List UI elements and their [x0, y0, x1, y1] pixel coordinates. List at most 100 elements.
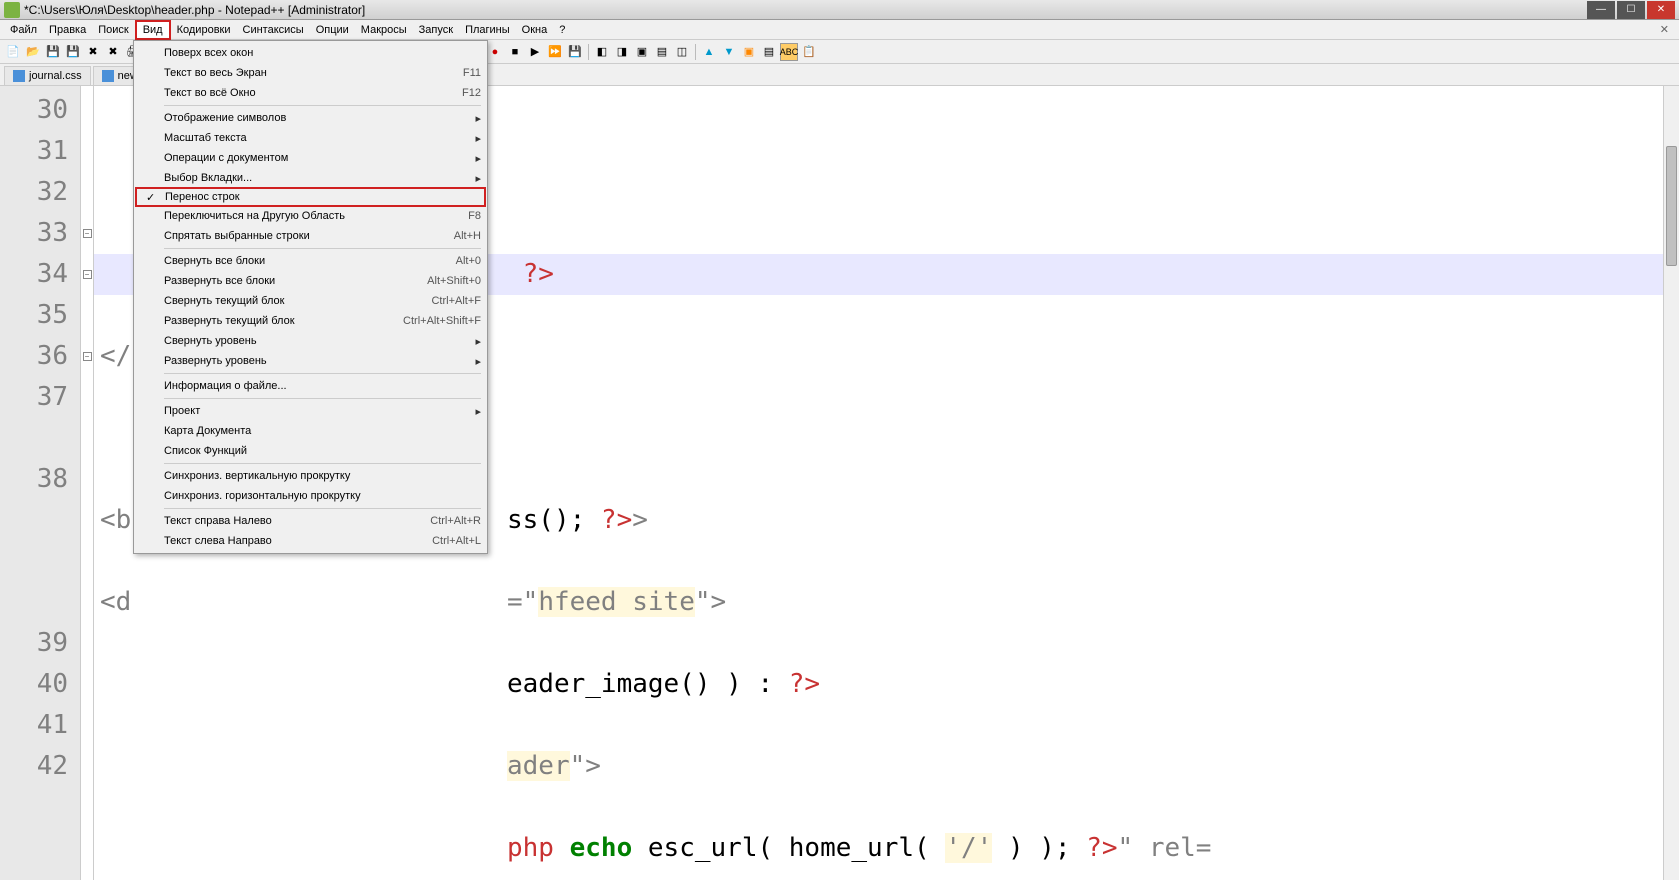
submenu-arrow-icon: ▸	[475, 405, 481, 418]
spellcheck-icon[interactable]: ABC	[780, 43, 798, 61]
separator	[588, 44, 589, 60]
menu-shortcut: Ctrl+Alt+L	[432, 535, 481, 547]
view-menu-dropdown: Поверх всех оконТекст во весь ЭкранF11Те…	[133, 40, 488, 554]
open-file-icon[interactable]: 📂	[24, 43, 42, 61]
menu-item-label: Текст во всё Окно	[164, 87, 462, 99]
play-macro-icon[interactable]: ▶	[526, 43, 544, 61]
menu-item[interactable]: Текст справа НалевоCtrl+Alt+R	[136, 511, 485, 531]
menu-item[interactable]: Информация о файле...	[136, 376, 485, 396]
menu-item-label: Свернуть все блоки	[164, 255, 456, 267]
submenu-arrow-icon: ▸	[475, 335, 481, 348]
close-button[interactable]: ✕	[1647, 1, 1675, 19]
save-all-icon[interactable]: 💾	[64, 43, 82, 61]
menu-item[interactable]: Спрятать выбранные строкиAlt+H	[136, 226, 485, 246]
toolbar-icon[interactable]: ▼	[720, 43, 738, 61]
maximize-button[interactable]: ☐	[1617, 1, 1645, 19]
menu-item[interactable]: Текст слева НаправоCtrl+Alt+L	[136, 531, 485, 551]
menu-windows[interactable]: Окна	[516, 22, 554, 38]
tab-journal-css[interactable]: journal.css	[4, 66, 91, 85]
submenu-arrow-icon: ▸	[475, 172, 481, 185]
menu-item-label: Масштаб текста	[164, 132, 475, 144]
menu-item-label: Информация о файле...	[164, 380, 481, 392]
minimize-button[interactable]: —	[1587, 1, 1615, 19]
menu-shortcut: F11	[463, 67, 481, 79]
menu-syntax[interactable]: Синтаксисы	[237, 22, 310, 38]
save-icon[interactable]: 💾	[44, 43, 62, 61]
fold-column: − − −	[80, 86, 94, 880]
menu-macros[interactable]: Макросы	[355, 22, 413, 38]
menu-item-label: Перенос строк	[165, 191, 480, 203]
menu-item[interactable]: ✓ Перенос строк	[135, 187, 486, 207]
separator	[695, 44, 696, 60]
menu-separator	[164, 463, 481, 464]
new-file-icon[interactable]: 📄	[4, 43, 22, 61]
save-macro-icon[interactable]: 💾	[566, 43, 584, 61]
file-icon	[13, 70, 25, 82]
menu-item[interactable]: Проект▸	[136, 401, 485, 421]
menu-item[interactable]: Переключиться на Другую ОбластьF8	[136, 206, 485, 226]
play-multiple-icon[interactable]: ⏩	[546, 43, 564, 61]
file-icon	[102, 70, 114, 82]
document-close-button[interactable]: ✕	[1654, 21, 1675, 38]
menu-item[interactable]: Выбор Вкладки...▸	[136, 168, 485, 188]
menu-search[interactable]: Поиск	[92, 22, 134, 38]
menu-item[interactable]: Операции с документом▸	[136, 148, 485, 168]
menu-item-label: Отображение символов	[164, 112, 475, 124]
line-numbers: 30 31 32 33 34 35 36 37 38 39 40 41 42	[0, 86, 80, 880]
toolbar-icon[interactable]: ◫	[673, 43, 691, 61]
toolbar-icon[interactable]: ▣	[633, 43, 651, 61]
menu-item[interactable]: Список Функций	[136, 441, 485, 461]
close-icon[interactable]: ✖	[84, 43, 102, 61]
menu-item[interactable]: Свернуть текущий блокCtrl+Alt+F	[136, 291, 485, 311]
toolbar-icon[interactable]: 📋	[800, 43, 818, 61]
record-macro-icon[interactable]: ●	[486, 43, 504, 61]
menu-item[interactable]: Синхрониз. вертикальную прокрутку	[136, 466, 485, 486]
menu-edit[interactable]: Правка	[43, 22, 92, 38]
toolbar-icon[interactable]: ▤	[653, 43, 671, 61]
close-all-icon[interactable]: ✖	[104, 43, 122, 61]
stop-macro-icon[interactable]: ■	[506, 43, 524, 61]
menu-help[interactable]: ?	[553, 22, 571, 38]
menu-item-label: Свернуть уровень	[164, 335, 475, 347]
menu-item-label: Свернуть текущий блок	[164, 295, 431, 307]
menu-separator	[164, 248, 481, 249]
app-icon	[4, 2, 20, 18]
menu-item[interactable]: Отображение символов▸	[136, 108, 485, 128]
menu-item[interactable]: Свернуть уровень▸	[136, 331, 485, 351]
menu-item-label: Проект	[164, 405, 475, 417]
fold-toggle[interactable]: −	[83, 352, 92, 361]
menu-item-label: Переключиться на Другую Область	[164, 210, 468, 222]
menu-item[interactable]: Синхрониз. горизонтальную прокрутку	[136, 486, 485, 506]
menu-shortcut: Alt+0	[456, 255, 481, 267]
menu-item[interactable]: Развернуть текущий блокCtrl+Alt+Shift+F	[136, 311, 485, 331]
toolbar-icon[interactable]: ◨	[613, 43, 631, 61]
check-icon: ✓	[146, 191, 155, 204]
menu-item[interactable]: Текст во всё ОкноF12	[136, 83, 485, 103]
menu-view[interactable]: Вид	[135, 20, 171, 40]
menu-item-label: Выбор Вкладки...	[164, 172, 475, 184]
fold-toggle[interactable]: −	[83, 229, 92, 238]
menu-shortcut: Alt+Shift+0	[427, 275, 481, 287]
menu-item[interactable]: Масштаб текста▸	[136, 128, 485, 148]
menu-encoding[interactable]: Кодировки	[171, 22, 237, 38]
toolbar-icon[interactable]: ▲	[700, 43, 718, 61]
menu-item[interactable]: Развернуть уровень▸	[136, 351, 485, 371]
toolbar-icon[interactable]: ▤	[760, 43, 778, 61]
menu-item[interactable]: Поверх всех окон	[136, 43, 485, 63]
window-controls: — ☐ ✕	[1587, 1, 1675, 19]
menu-shortcut: F8	[468, 210, 481, 222]
toolbar-icon[interactable]: ◧	[593, 43, 611, 61]
menu-item[interactable]: Текст во весь ЭкранF11	[136, 63, 485, 83]
toolbar-icon[interactable]: ▣	[740, 43, 758, 61]
menu-plugins[interactable]: Плагины	[459, 22, 516, 38]
menu-file[interactable]: Файл	[4, 22, 43, 38]
menu-item[interactable]: Свернуть все блокиAlt+0	[136, 251, 485, 271]
menu-item-label: Список Функций	[164, 445, 481, 457]
menu-item-label: Развернуть уровень	[164, 355, 475, 367]
menu-item[interactable]: Карта Документа	[136, 421, 485, 441]
fold-toggle[interactable]: −	[83, 270, 92, 279]
menu-run[interactable]: Запуск	[413, 22, 459, 38]
menu-options[interactable]: Опции	[310, 22, 355, 38]
menu-item[interactable]: Развернуть все блокиAlt+Shift+0	[136, 271, 485, 291]
menu-separator	[164, 105, 481, 106]
